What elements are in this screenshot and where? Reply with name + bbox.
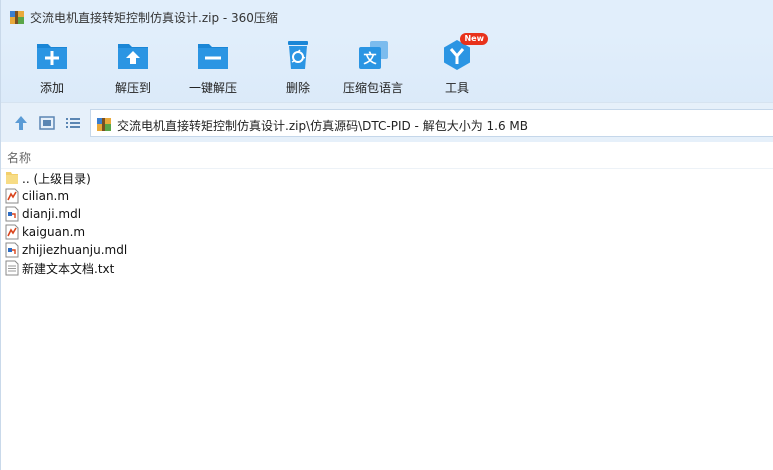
window-title: 交流电机直接转矩控制仿真设计.zip - 360压缩 bbox=[30, 11, 278, 25]
svg-text:文: 文 bbox=[363, 51, 377, 67]
address-bar[interactable]: 交流电机直接转矩控制仿真设计.zip\仿真源码\DTC-PID - 解包大小为 … bbox=[90, 109, 773, 137]
title-bar[interactable]: 交流电机直接转矩控制仿真设计.zip - 360压缩 bbox=[1, 0, 773, 34]
add-icon bbox=[37, 44, 67, 69]
archive-icon bbox=[97, 118, 111, 131]
add-button[interactable]: 添加 bbox=[35, 38, 69, 98]
simulink-file-icon bbox=[5, 242, 19, 258]
simulink-file-icon bbox=[5, 206, 19, 222]
extract-to-button[interactable]: 解压到 bbox=[115, 38, 151, 98]
list-item[interactable]: cilian.m bbox=[1, 187, 401, 205]
list-item[interactable]: dianji.mdl bbox=[1, 205, 401, 223]
matlab-file-icon bbox=[5, 224, 19, 240]
matlab-file-icon bbox=[5, 188, 19, 204]
archive-window: 交流电机直接转矩控制仿真设计.zip - 360压缩 添加 解压到 一键解压 删… bbox=[0, 0, 773, 470]
extract-to-icon bbox=[118, 44, 148, 69]
list-item[interactable]: kaiguan.m bbox=[1, 223, 401, 241]
one-click-extract-button[interactable]: 一键解压 bbox=[189, 38, 237, 98]
list-item[interactable]: zhijiezhuanju.mdl bbox=[1, 241, 401, 259]
file-list-header: 名称 bbox=[1, 143, 773, 169]
one-click-extract-icon bbox=[198, 44, 228, 69]
new-badge: New bbox=[460, 33, 488, 45]
language-button[interactable]: 文 压缩包语言 bbox=[343, 38, 403, 98]
navigation-bar: 交流电机直接转矩控制仿真设计.zip\仿真源码\DTC-PID - 解包大小为 … bbox=[1, 102, 773, 142]
thumbnail-view-icon[interactable] bbox=[38, 114, 56, 132]
text-file-icon bbox=[5, 260, 19, 276]
list-item[interactable]: 新建文本文档.txt bbox=[1, 259, 401, 277]
list-view-icon[interactable] bbox=[64, 114, 82, 132]
toolbar: 添加 解压到 一键解压 删除 文 压缩包语言 New 工具 bbox=[1, 33, 773, 102]
up-arrow-icon[interactable] bbox=[12, 114, 30, 132]
column-header-name[interactable]: 名称 bbox=[7, 149, 31, 166]
archive-app-icon bbox=[10, 11, 24, 24]
tools-icon-wrap: New bbox=[440, 33, 488, 72]
tools-button[interactable]: New 工具 bbox=[440, 33, 488, 98]
folder-icon bbox=[6, 172, 18, 184]
list-item[interactable]: .. (上级目录) bbox=[1, 169, 401, 187]
language-icon: 文 bbox=[359, 41, 388, 69]
delete-button[interactable]: 删除 bbox=[281, 38, 315, 98]
delete-icon bbox=[288, 41, 308, 69]
address-path: 交流电机直接转矩控制仿真设计.zip\仿真源码\DTC-PID - 解包大小为 … bbox=[117, 119, 529, 133]
